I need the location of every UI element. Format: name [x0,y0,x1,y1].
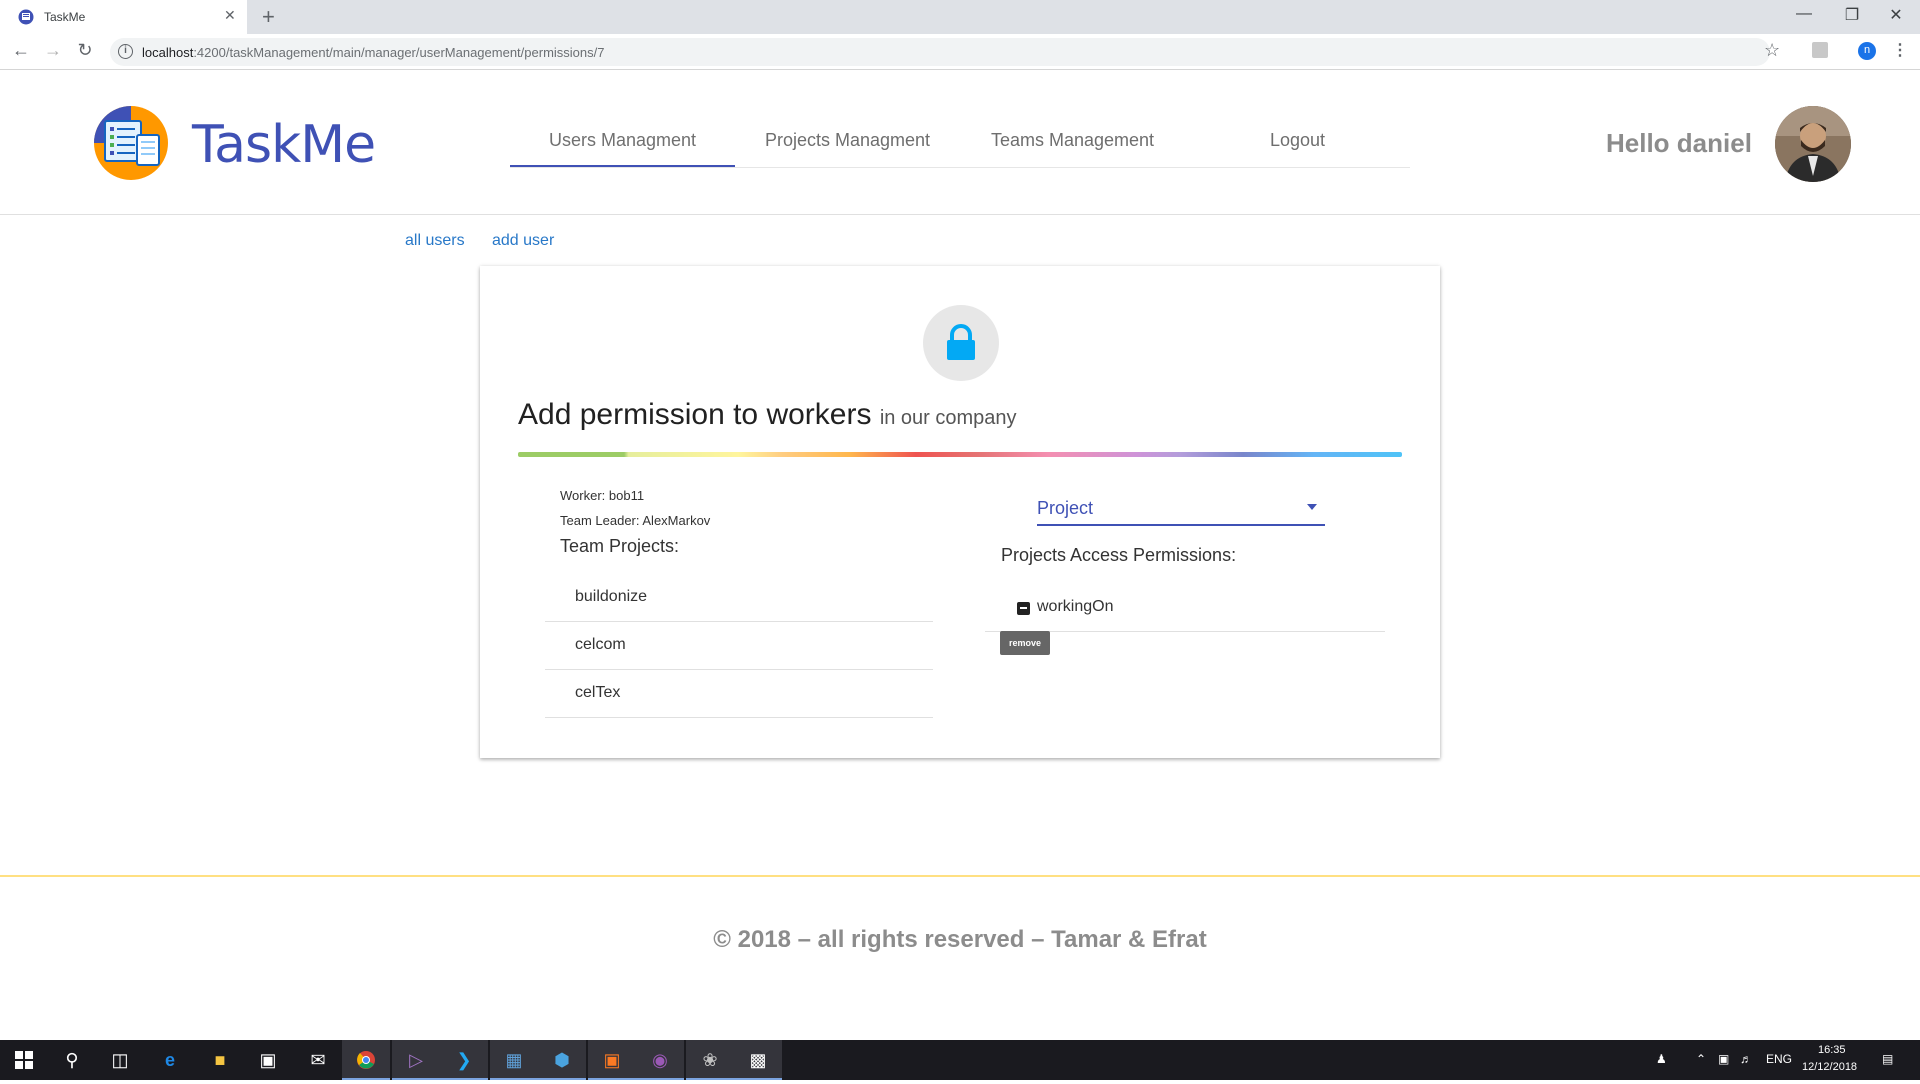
network-icon[interactable]: ▣ [1718,1052,1729,1066]
visual-studio-icon[interactable]: ▷ [392,1040,440,1080]
permission-row: workingOn [985,580,1385,632]
forward-icon[interactable]: → [40,40,66,61]
dropdown-arrow-icon [1307,504,1317,510]
project-name: celcom [575,636,626,653]
footer-copyright: © 2018 – all rights reserved – Tamar & E… [713,926,1207,953]
user-avatar[interactable] [1775,106,1851,182]
volume-muted-icon[interactable]: ♬ [1740,1052,1752,1066]
main-nav: Users Managment Projects Managment Teams… [510,70,1410,168]
clock-time[interactable]: 16:35 [1818,1044,1846,1056]
add-user-link[interactable]: add user [492,232,554,250]
card-title: Add permission to workers in our company [518,398,1017,432]
mail-icon[interactable]: ✉ [294,1040,342,1080]
card-subtitle: in our company [879,407,1017,429]
back-icon[interactable]: ← [8,40,34,61]
project-select-value: Project [1037,498,1094,518]
nav-logout[interactable]: Logout [1185,130,1410,151]
url-text: localhost:4200/taskManagement/main/manag… [142,45,605,60]
windows-logo-icon [15,1051,33,1069]
app-cube-icon[interactable]: ⬢ [538,1040,586,1080]
avatar-person-icon [1775,106,1851,182]
permission-checkbox[interactable] [1017,602,1030,615]
windows-taskbar: ⚲ ◫ e ■ ▣ ✉ ▷ ❯ ▦ ⬢ ▣ ◉ ❀ ▩ ♟ ⌃ ▣ ♬ ENG … [0,1040,1920,1080]
list-item[interactable]: celTex [545,670,933,718]
nav-projects-management[interactable]: Projects Managment [735,130,960,151]
minimize-icon[interactable]: — [1784,5,1824,23]
new-tab-button[interactable]: + [262,4,275,30]
notifications-icon[interactable]: ▤ [1882,1052,1893,1066]
project-select[interactable]: Project [1037,490,1325,526]
lock-badge [923,305,999,381]
info-icon[interactable]: i [118,44,133,59]
tab-strip: TaskMe ✕ + — ❐ ✕ [0,0,1920,34]
permission-label: workingOn [1037,598,1114,615]
file-explorer-icon[interactable]: ■ [196,1040,244,1080]
window-close-icon[interactable]: ✕ [1876,5,1916,25]
task-view-icon[interactable]: ◫ [96,1040,144,1080]
clock-date[interactable]: 12/12/2018 [1802,1061,1857,1073]
sql-icon[interactable]: ▦ [490,1040,538,1080]
paint-icon[interactable]: ❀ [686,1040,734,1080]
search-icon[interactable]: ⚲ [48,1040,96,1080]
language-indicator[interactable]: ENG [1766,1052,1792,1066]
bookmark-star-icon[interactable]: ☆ [1764,40,1780,61]
browser-chrome: TaskMe ✕ + — ❐ ✕ ← → ↻ i localhost:4200/… [0,0,1920,70]
store-icon[interactable]: ▣ [244,1040,292,1080]
vscode-icon[interactable]: ❯ [440,1040,488,1080]
team-projects-heading: Team Projects: [560,536,680,556]
all-users-link[interactable]: all users [405,232,465,250]
nav-users-management[interactable]: Users Managment [510,130,735,151]
extension-icon[interactable] [1812,42,1828,58]
chrome-logo-icon [357,1051,375,1069]
chevron-up-icon[interactable]: ⌃ [1696,1052,1706,1066]
remove-tooltip: remove [1000,631,1050,655]
app-header: TaskMe Users Managment Projects Managmen… [0,70,1920,215]
browser-toolbar: ← → ↻ i localhost:4200/taskManagement/ma… [0,34,1920,70]
start-icon[interactable] [0,1040,48,1080]
tab-title: TaskMe [44,10,86,24]
project-name: celTex [575,684,621,701]
worker-label: Worker: bob11 [560,488,645,503]
tab-close-icon[interactable]: ✕ [224,7,236,24]
team-leader-label: Team Leader: AlexMarkov [560,513,711,528]
profile-icon[interactable]: n [1858,42,1876,60]
app-circle-icon[interactable]: ◉ [636,1040,684,1080]
restore-icon[interactable]: ❐ [1832,5,1872,25]
list-item[interactable]: buildonize [545,574,933,622]
app-title: TaskMe [192,115,376,175]
xampp-icon[interactable]: ▣ [588,1040,636,1080]
card-title-text: Add permission to workers [518,398,872,431]
browser-tab[interactable]: TaskMe ✕ [0,0,247,34]
footer-divider [0,875,1920,877]
address-bar[interactable]: i localhost:4200/taskManagement/main/man… [110,38,1770,66]
project-name: buildonize [575,588,648,605]
permissions-card: Add permission to workers in our company… [480,266,1440,758]
active-tab-indicator [510,165,735,167]
chrome-icon[interactable] [342,1040,390,1080]
lock-icon [947,324,975,360]
terminal-icon[interactable]: ▩ [734,1040,782,1080]
access-permissions-heading: Projects Access Permissions: [1001,545,1237,565]
rainbow-divider [518,452,1402,457]
taskme-logo-icon [94,106,168,180]
nav-teams-management[interactable]: Teams Management [960,130,1185,151]
taskme-favicon-icon [18,9,34,25]
user-greeting: Hello daniel [1606,128,1752,158]
reload-icon[interactable]: ↻ [72,40,98,61]
people-icon[interactable]: ♟ [1656,1052,1667,1066]
edge-icon[interactable]: e [146,1040,194,1080]
list-item[interactable]: celcom [545,622,933,670]
browser-menu-icon[interactable]: ⋮ [1892,40,1908,60]
